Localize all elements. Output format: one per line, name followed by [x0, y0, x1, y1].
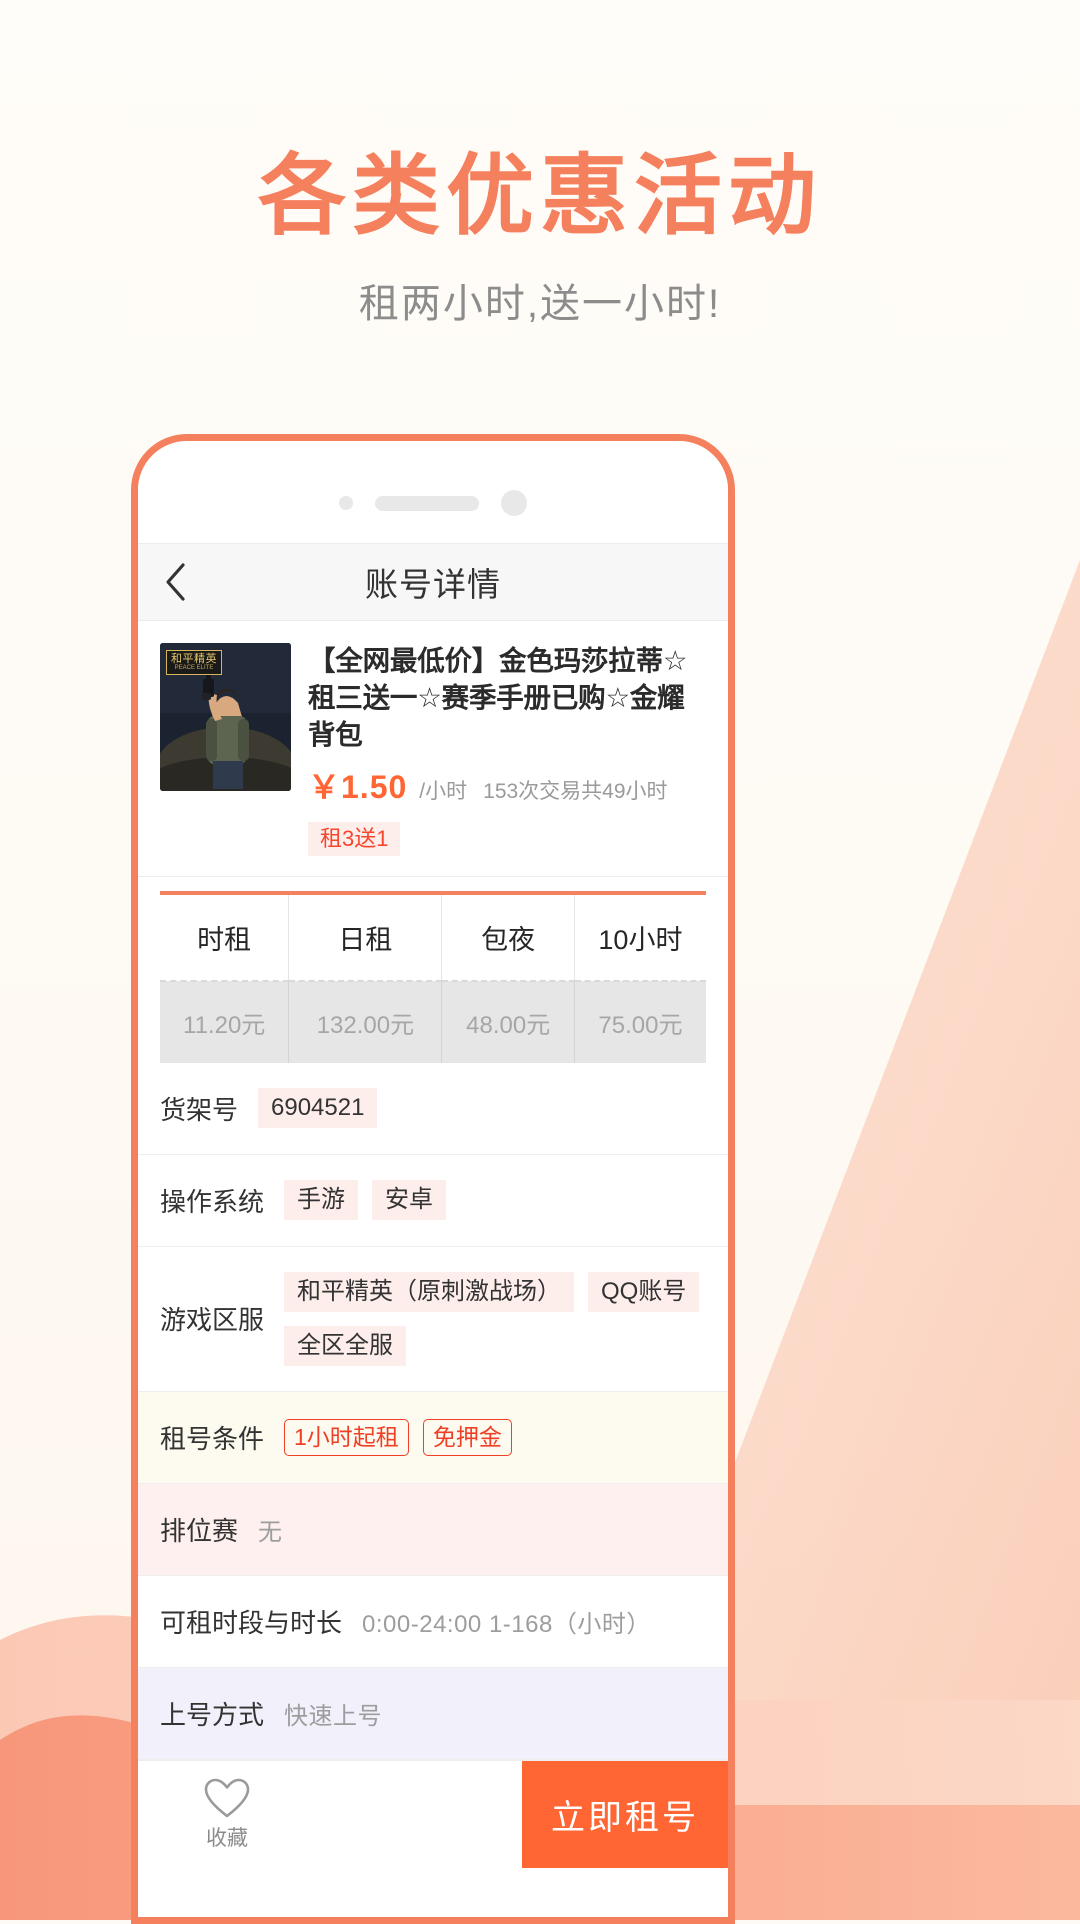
- info-chip: 6904521: [258, 1087, 378, 1129]
- info-row-label: 货架号: [160, 1094, 239, 1125]
- info-row: 游戏区服 和平精英（原刺激战场） QQ账号全区全服: [138, 1246, 728, 1393]
- info-row-label: 游戏区服: [160, 1305, 265, 1336]
- info-row: 操作系统 手游 安卓: [138, 1154, 728, 1247]
- info-chip: 1小时起租: [284, 1419, 409, 1457]
- favorite-button[interactable]: 收藏: [138, 1761, 316, 1868]
- game-logo-badge: 和平精英 PEACE ELITE: [166, 650, 222, 675]
- bottom-action-bar: 收藏 立即租号: [138, 1760, 728, 1869]
- product-card[interactable]: 和平精英 PEACE ELITE 【全网最低价】金色玛莎拉蒂☆租三送一☆赛季手册…: [138, 621, 728, 877]
- info-plain-value: 快速上号: [284, 1703, 383, 1731]
- info-row-label: 排位赛: [160, 1516, 239, 1547]
- info-row-values: 手游 安卓: [284, 1179, 447, 1221]
- rate-table: 时租 日租 包夜 10小时 11.20元 132.00元 48.00元 75.0…: [160, 890, 706, 1063]
- info-row-label: 可租时段与时长: [160, 1608, 343, 1639]
- rate-table-value-row: 11.20元 132.00元 48.00元 75.00元: [160, 980, 706, 1063]
- info-row: 租号条件 1小时起租 免押金: [138, 1392, 728, 1485]
- info-row-values: 快速上号: [284, 1696, 382, 1731]
- rate-header-cell[interactable]: 10小时: [574, 892, 706, 982]
- info-plain-value: 0:00-24:00 1-168（小时）: [362, 1611, 651, 1639]
- info-chip: 免押金: [422, 1419, 512, 1457]
- info-row-values: 和平精英（原刺激战场） QQ账号全区全服: [284, 1271, 706, 1367]
- info-row-values: 0:00-24:00 1-168（小时）: [362, 1604, 651, 1639]
- info-chip: 安卓: [372, 1179, 447, 1221]
- rate-value-cell: 132.00元: [288, 980, 443, 1063]
- info-row: 货架号 6904521: [138, 1062, 728, 1155]
- info-chip: 手游: [284, 1179, 359, 1221]
- info-row-label: 操作系统: [160, 1186, 265, 1217]
- rate-header-cell[interactable]: 包夜: [441, 892, 575, 982]
- rate-table-wrapper: 时租 日租 包夜 10小时 11.20元 132.00元 48.00元 75.0…: [138, 876, 728, 1063]
- rate-value-cell: 11.20元: [160, 980, 290, 1063]
- info-chip: 和平精英（原刺激战场）: [284, 1271, 575, 1312]
- product-title: 【全网最低价】金色玛莎拉蒂☆租三送一☆赛季手册已购☆金耀背包: [308, 645, 688, 750]
- info-row-label: 租号条件: [160, 1424, 265, 1455]
- info-chip: QQ账号: [588, 1271, 700, 1312]
- info-row: 排位赛无: [138, 1484, 728, 1577]
- product-price: ￥1.50: [308, 768, 408, 805]
- price-row: ￥1.50 /小时 153次交易共49小时: [308, 762, 706, 808]
- speaker-bar-icon: [375, 495, 479, 511]
- sensor-dot-icon: [339, 496, 353, 510]
- rate-value-cell: 75.00元: [574, 980, 706, 1063]
- rate-header-cell[interactable]: 时租: [160, 892, 290, 982]
- heart-outline-icon: [204, 1778, 250, 1818]
- promo-header: 各类优惠活动 租两小时,送一小时!: [0, 0, 1080, 329]
- promo-badge: 租3送1: [308, 821, 401, 856]
- navbar: 账号详情: [138, 543, 728, 621]
- info-row-label: 上号方式: [160, 1700, 265, 1731]
- promo-subtitle: 租两小时,送一小时!: [358, 281, 722, 326]
- favorite-label: 收藏: [206, 1826, 248, 1850]
- info-chip: 全区全服: [284, 1325, 407, 1367]
- phone-mockup: 账号详情 和平精英 PEACE ELITE 【全网最低价】金色玛莎拉蒂☆租三送一…: [131, 434, 735, 1924]
- info-row-values: 1小时起租 免押金: [284, 1419, 512, 1457]
- trade-stats: 153次交易共49小时: [483, 779, 668, 803]
- product-thumbnail[interactable]: 和平精英 PEACE ELITE: [160, 643, 291, 791]
- rate-value-cell: 48.00元: [441, 980, 575, 1063]
- info-row: 上号方式 快速上号: [138, 1668, 728, 1761]
- product-info: 【全网最低价】金色玛莎拉蒂☆租三送一☆赛季手册已购☆金耀背包 ￥1.50 /小时…: [291, 643, 706, 856]
- promo-title: 各类优惠活动: [257, 146, 822, 245]
- price-unit: /小时: [419, 779, 468, 803]
- bottom-bar-spacer: [316, 1761, 522, 1868]
- info-row-values: 无: [258, 1512, 283, 1547]
- info-row-values: 6904521: [258, 1087, 378, 1129]
- back-button[interactable]: [138, 562, 212, 602]
- phone-notch: [138, 441, 728, 543]
- info-row: 可租时段与时长 0:00-24:00 1-168（小时）: [138, 1576, 728, 1669]
- camera-dot-icon: [501, 490, 527, 516]
- info-plain-value: 无: [258, 1519, 283, 1547]
- chevron-left-icon: [166, 563, 185, 601]
- rent-now-button[interactable]: 立即租号: [522, 1761, 728, 1869]
- page-title: 账号详情: [365, 566, 501, 603]
- rate-header-cell[interactable]: 日租: [288, 892, 443, 982]
- info-row-list: 货架号 6904521 操作系统 手游 安卓游戏区服 和平精英（原刺激战场） QQ账号全区全…: [138, 1062, 728, 1761]
- rate-table-header-row: 时租 日租 包夜 10小时: [160, 892, 706, 982]
